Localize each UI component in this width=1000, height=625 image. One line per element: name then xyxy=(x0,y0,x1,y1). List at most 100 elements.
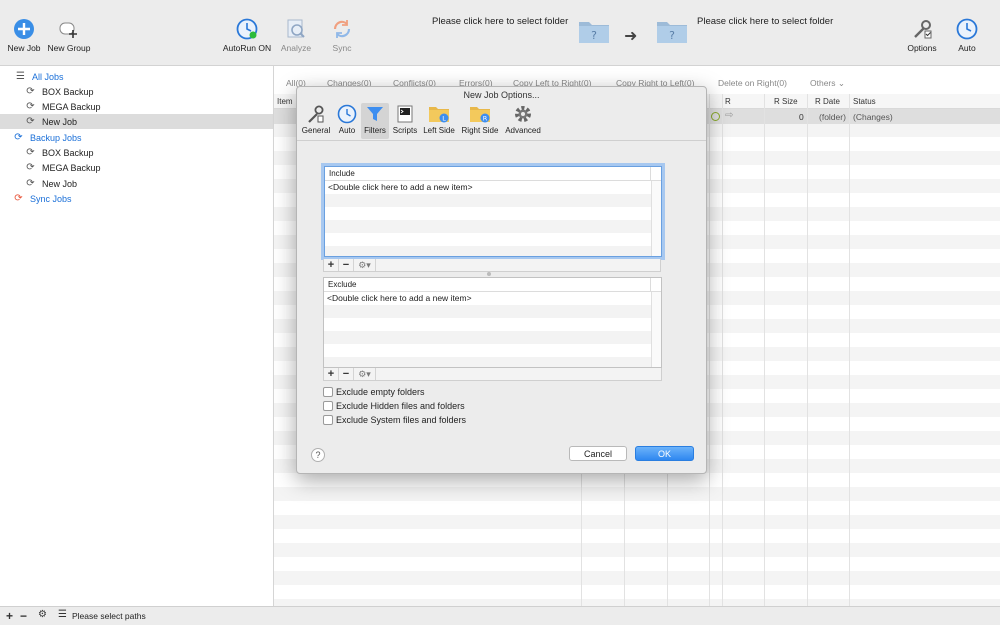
checkbox[interactable] xyxy=(323,401,333,411)
tab-right-side[interactable]: R Right Side xyxy=(460,103,500,139)
sidebar-item-mega-backup[interactable]: ⟳ MEGA Backup xyxy=(0,160,273,175)
sidebar-item-label: All Jobs xyxy=(32,71,64,82)
gear-icon xyxy=(512,103,534,125)
sync-button[interactable]: Sync xyxy=(312,18,372,53)
checkbox[interactable] xyxy=(323,387,333,397)
column-divider xyxy=(650,167,651,181)
folder-icon: L xyxy=(428,103,450,125)
sidebar-item-box-backup[interactable]: ⟳ BOX Backup xyxy=(0,84,273,99)
autorun-label: AutoRun ON xyxy=(222,43,272,53)
scrollbar[interactable] xyxy=(651,292,661,367)
sidebar-item-label: Sync Jobs xyxy=(30,193,72,204)
status-dot-icon xyxy=(711,112,720,121)
column-item[interactable]: Item xyxy=(277,97,293,106)
filter-others[interactable]: Others ⌄ xyxy=(810,78,845,89)
column-divider xyxy=(764,94,765,606)
exclude-placeholder-item[interactable]: <Double click here to add a new item> xyxy=(324,292,661,305)
exclude-header-label: Exclude xyxy=(328,280,357,289)
sidebar-item-mega-backup[interactable]: ⟳ MEGA Backup xyxy=(0,99,273,114)
dialog-tabs: General Auto Filters Scripts L Left Side… xyxy=(297,101,706,141)
refresh-icon: ⟳ xyxy=(26,86,35,97)
sidebar-item-box-backup[interactable]: ⟳ BOX Backup xyxy=(0,145,273,160)
checkbox[interactable] xyxy=(323,415,333,425)
column-status[interactable]: Status xyxy=(853,97,876,106)
help-button[interactable]: ? xyxy=(311,448,325,462)
tab-label: Filters xyxy=(364,126,386,135)
cell-r-size: 0 xyxy=(799,112,804,122)
new-group-button[interactable]: New Group xyxy=(39,18,99,53)
sidebar-item-label: MEGA Backup xyxy=(42,101,101,112)
remove-include-button[interactable]: − xyxy=(339,259,354,271)
column-r[interactable]: R xyxy=(725,97,731,106)
sidebar-item-label: BOX Backup xyxy=(42,147,94,158)
new-job-label: New Job xyxy=(7,43,41,53)
status-text: Please select paths xyxy=(72,611,146,621)
gear-menu-icon[interactable]: ⚙▾ xyxy=(354,259,376,271)
left-folder-icon[interactable]: ? xyxy=(578,18,610,44)
sidebar-item-sync-jobs[interactable]: ⟳ Sync Jobs xyxy=(0,191,273,206)
tab-auto[interactable]: Auto xyxy=(334,103,360,139)
add-icon[interactable]: + xyxy=(6,609,13,623)
analyze-icon xyxy=(285,18,307,40)
filter-others-label: Others xyxy=(810,78,836,88)
column-divider xyxy=(650,278,651,292)
include-list-body[interactable]: <Double click here to add a new item> xyxy=(325,181,661,256)
toolbar: New Job New Group AutoRun ON Analyze Syn… xyxy=(0,0,1000,66)
add-include-button[interactable]: + xyxy=(324,259,339,271)
sync-icon xyxy=(331,18,353,40)
sidebar-item-new-job[interactable]: ⟳ New Job xyxy=(0,176,273,191)
column-r-date[interactable]: R Date xyxy=(815,97,840,106)
filter-delete-on-right[interactable]: Delete on Right(0) xyxy=(718,78,787,88)
tab-scripts[interactable]: Scripts xyxy=(392,103,418,139)
exclude-list[interactable]: Exclude <Double click here to add a new … xyxy=(323,277,662,368)
right-folder-icon[interactable]: ? xyxy=(656,18,688,44)
tab-advanced[interactable]: Advanced xyxy=(503,103,543,139)
new-group-icon xyxy=(58,18,80,40)
checkbox-label: Exclude Hidden files and folders xyxy=(336,401,465,411)
include-placeholder-item[interactable]: <Double click here to add a new item> xyxy=(325,181,661,194)
analyze-label: Analyze xyxy=(280,43,312,53)
include-toolbar: + − ⚙▾ xyxy=(323,259,661,272)
refresh-icon: ⟳ xyxy=(26,101,35,112)
gear-menu-icon[interactable]: ⚙▾ xyxy=(354,368,376,380)
job-options-dialog: New Job Options... General Auto Filters … xyxy=(296,86,707,474)
list-icon: ☰ xyxy=(16,71,25,82)
exclude-list-body[interactable]: <Double click here to add a new item> xyxy=(324,292,661,367)
sidebar-item-label: BOX Backup xyxy=(42,86,94,97)
cancel-button[interactable]: Cancel xyxy=(569,446,627,461)
auto-button[interactable]: Auto xyxy=(937,18,997,53)
sync-label: Sync xyxy=(332,43,352,53)
sidebar-item-all-jobs[interactable]: ☰ All Jobs xyxy=(0,69,273,84)
right-folder-prompt[interactable]: Please click here to select folder xyxy=(697,16,833,27)
column-divider xyxy=(722,94,723,606)
include-header-label: Include xyxy=(329,169,355,178)
svg-text:?: ? xyxy=(669,29,675,42)
column-r-size[interactable]: R Size xyxy=(774,97,798,106)
remove-exclude-button[interactable]: − xyxy=(339,368,354,380)
scrollbar[interactable] xyxy=(651,181,661,256)
sidebar-item-new-job[interactable]: ⟳ New Job xyxy=(0,114,273,129)
exclude-hidden-files-checkbox[interactable]: Exclude Hidden files and folders xyxy=(323,401,465,411)
tab-general[interactable]: General xyxy=(301,103,331,139)
gear-icon[interactable]: ⚙ xyxy=(38,609,47,620)
column-divider xyxy=(849,94,850,606)
svg-text:R: R xyxy=(483,115,488,123)
tab-filters[interactable]: Filters xyxy=(361,103,389,139)
cell-r-date: (folder) xyxy=(819,112,846,122)
ok-button[interactable]: OK xyxy=(635,446,694,461)
sidebar-item-label: MEGA Backup xyxy=(42,162,101,173)
remove-icon[interactable]: − xyxy=(20,609,27,623)
left-folder-prompt[interactable]: Please click here to select folder xyxy=(432,16,568,27)
sync-icon: ⟳ xyxy=(14,193,23,204)
tools-icon xyxy=(305,103,327,125)
exclude-system-files-checkbox[interactable]: Exclude System files and folders xyxy=(323,415,466,425)
clock-icon xyxy=(956,18,978,40)
split-handle[interactable] xyxy=(487,272,491,276)
exclude-empty-folders-checkbox[interactable]: Exclude empty folders xyxy=(323,387,425,397)
list-icon[interactable]: ☰ xyxy=(58,609,67,620)
tab-left-side[interactable]: L Left Side xyxy=(422,103,456,139)
add-exclude-button[interactable]: + xyxy=(324,368,339,380)
sidebar-item-backup-jobs[interactable]: ⟳ Backup Jobs xyxy=(0,130,273,145)
include-list[interactable]: Include <Double click here to add a new … xyxy=(321,163,665,260)
terminal-icon xyxy=(394,103,416,125)
